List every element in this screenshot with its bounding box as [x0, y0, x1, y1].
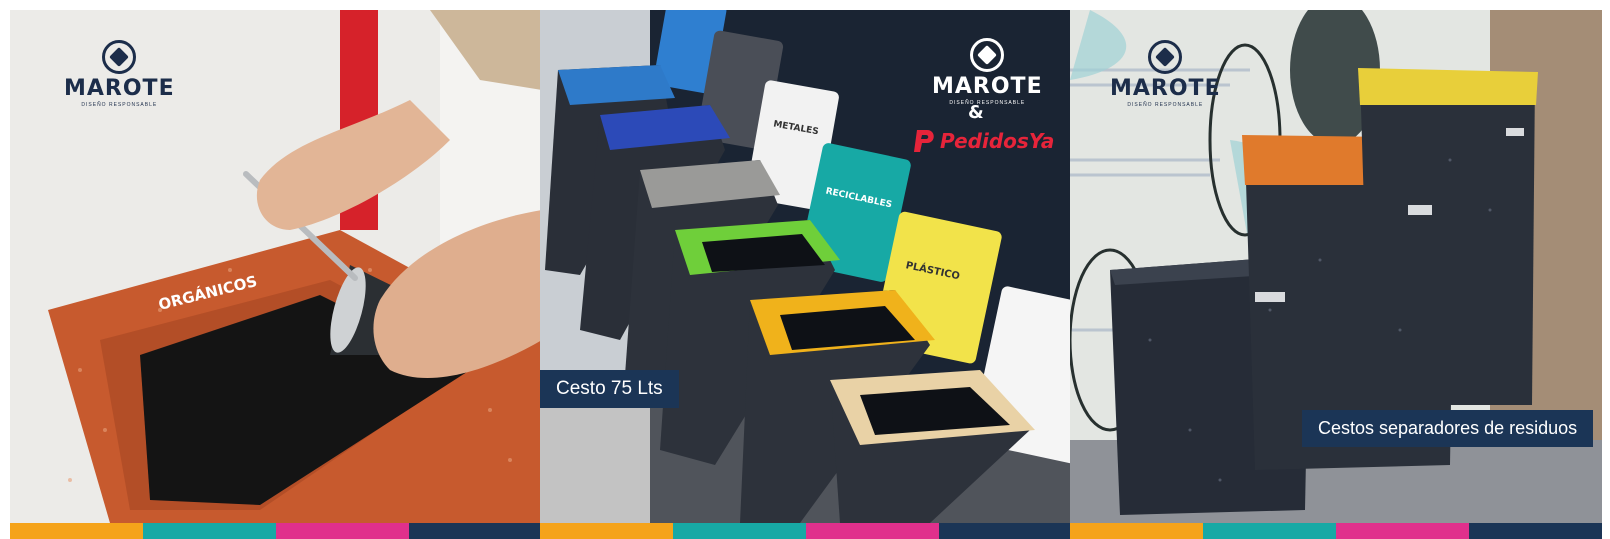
ampersand: & — [968, 102, 984, 123]
logo-name: MAROTE — [1110, 76, 1221, 101]
pedidosya-logo: PedidosYa — [914, 128, 1054, 154]
logo-name: MAROTE — [64, 76, 175, 101]
panel-organic-bin: ORGÁNICOS MAROTE DISEÑO RESPONSABLE — [10, 10, 542, 539]
color-bar — [1070, 523, 1602, 539]
pedidosya-icon — [914, 128, 936, 154]
marote-logo: MAROTE DISEÑO RESPONSABLE — [1110, 40, 1221, 108]
color-bar — [10, 523, 542, 539]
marote-logo-icon — [1148, 40, 1183, 74]
logo-tagline: DISEÑO RESPONSABLE — [81, 102, 158, 108]
color-bar — [540, 523, 1072, 539]
panel-separator-bins: MAROTE DISEÑO RESPONSABLE Cestos separad… — [1070, 10, 1602, 539]
marote-logo-icon — [970, 38, 1005, 72]
marote-logo: MAROTE DISEÑO RESPONSABLE — [932, 38, 1043, 106]
panel-recycling-bins: METALES RECICLABLES PLÁSTICO MAROTE DISE… — [540, 10, 1072, 539]
logo-tagline: DISEÑO RESPONSABLE — [1127, 102, 1204, 108]
logo-tagline: DISEÑO RESPONSABLE — [949, 100, 1026, 106]
marote-logo-icon — [102, 40, 137, 74]
photo-strip: ORGÁNICOS MAROTE DISEÑO RESPONSABLE META… — [0, 0, 1610, 539]
marote-logo: MAROTE DISEÑO RESPONSABLE — [64, 40, 175, 108]
logo-name: MAROTE — [932, 74, 1043, 99]
partner-name: PedidosYa — [940, 129, 1055, 153]
caption-separadores: Cestos separadores de residuos — [1302, 410, 1594, 447]
caption-cesto-75: Cesto 75 Lts — [540, 370, 679, 408]
